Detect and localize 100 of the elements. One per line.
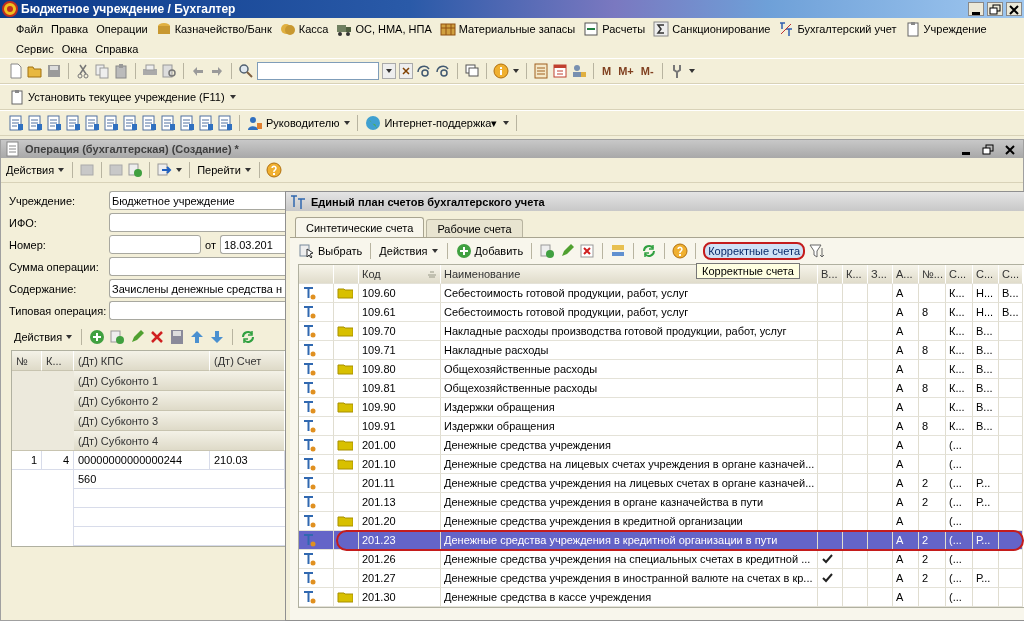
set-institution-button[interactable]: Установить текущее учреждение (F11) [8, 88, 226, 106]
table-row[interactable]: 201.30 Денежные средства в кассе учреждения А (... [299, 588, 1024, 607]
table-row[interactable]: 109.70 Накладные расходы производства готовой продукции, работ, услуг А К... В... [299, 322, 1024, 341]
column-header[interactable]: (Дт) Счет [210, 351, 285, 371]
menu-item[interactable]: Операции [92, 19, 152, 38]
menu-item[interactable]: Санкционирование [649, 19, 775, 38]
pencil-icon[interactable] [559, 243, 576, 259]
column-header[interactable]: В... [818, 265, 843, 284]
report-icon[interactable] [103, 115, 119, 131]
search-field[interactable] [257, 62, 379, 80]
goto-menu[interactable]: Перейти [196, 163, 253, 177]
refresh-icon[interactable] [641, 243, 658, 259]
menu-item[interactable]: Касса [275, 19, 333, 38]
menu-item[interactable]: Файл [12, 19, 48, 38]
save-icon[interactable] [46, 63, 62, 79]
caret-icon[interactable] [343, 119, 352, 127]
preview-icon[interactable] [161, 63, 177, 79]
copy-add-icon[interactable] [127, 162, 144, 178]
input-field[interactable] [109, 257, 288, 276]
close-button[interactable] [1006, 2, 1022, 16]
column-header[interactable]: К... [843, 265, 868, 284]
column-header[interactable]: З... [868, 265, 893, 284]
table-row[interactable]: 109.91 Издержки обращения А 8 К... В... [299, 417, 1024, 436]
report-icon[interactable] [217, 115, 233, 131]
dropdown-button[interactable] [382, 63, 396, 79]
delete-icon[interactable] [579, 243, 596, 259]
users-icon[interactable] [571, 63, 587, 79]
refresh-icon[interactable] [240, 329, 257, 345]
tab[interactable]: Рабочие счета [426, 219, 523, 237]
find-previous-icon[interactable] [435, 63, 451, 79]
table-row[interactable]: 109.60 Себестоимость готовой продукции, работ, услуг А К... Н... В... [299, 284, 1024, 303]
paste-icon[interactable] [113, 63, 129, 79]
table-row[interactable]: 201.11 Денежные средства учреждения на лицевых счетах в органе казначей... А 2 (... Р... [299, 474, 1024, 493]
open-folder-icon[interactable] [27, 63, 43, 79]
arrow-down-icon[interactable] [209, 329, 226, 345]
toolbar-button[interactable]: Руководителю [246, 114, 341, 132]
actions-menu[interactable]: Действия [13, 330, 75, 344]
search-icon[interactable] [238, 63, 254, 79]
add-button[interactable]: Добавить [454, 242, 525, 260]
input-field[interactable]: Зачислены денежные средства н [109, 279, 288, 298]
table-row[interactable]: 201.10 Денежные средства на лицевых счетах учреждения в органе казначей... А (... [299, 455, 1024, 474]
actions-menu[interactable]: Действия [378, 244, 440, 258]
report-icon[interactable] [65, 115, 81, 131]
caret-icon[interactable] [228, 93, 237, 101]
report-icon[interactable] [46, 115, 62, 131]
menu-item[interactable]: Правка [47, 19, 93, 38]
report-icon[interactable] [141, 115, 157, 131]
report-icon[interactable] [84, 115, 100, 131]
clear-button[interactable] [399, 63, 413, 79]
document-arrow-icon[interactable] [156, 162, 173, 178]
minimize-button[interactable] [968, 2, 984, 16]
memory-button[interactable]: M- [638, 65, 656, 77]
tab[interactable]: Синтетические счета [295, 217, 425, 237]
column-header[interactable]: (Дт) Субконто 4 [74, 431, 285, 451]
input-field[interactable]: Бюджетное учреждение [109, 191, 288, 210]
memory-button[interactable]: M+ [616, 65, 636, 77]
report-icon[interactable] [160, 115, 176, 131]
table-row[interactable]: 109.80 Общехозяйственные расходы А К... В... [299, 360, 1024, 379]
windows-icon[interactable] [464, 63, 480, 79]
table-row[interactable]: 201.23 Денежные средства учреждения в кредитной организации в пути А 2 (... Р... [299, 531, 1024, 550]
restore-button[interactable] [979, 141, 997, 157]
menu-item[interactable]: Окна [57, 39, 92, 58]
actions-menu[interactable]: Действия [5, 163, 67, 177]
input-field[interactable] [109, 301, 288, 320]
calendar-icon[interactable] [552, 63, 568, 79]
column-header[interactable]: (Дт) Субконто 1 [74, 371, 285, 391]
new-document-icon[interactable] [8, 63, 24, 79]
select-button[interactable]: Выбрать [298, 242, 364, 260]
report-icon[interactable] [27, 115, 43, 131]
save-icon[interactable] [169, 329, 186, 345]
menu-item[interactable]: Бухгалтерский учет [774, 19, 901, 38]
date-field[interactable]: 18.03.201 [219, 235, 288, 254]
table-row[interactable]: 201.13 Денежные средства учреждения в органе казначейства в пути А 2 (... Р... [299, 493, 1024, 512]
column-header[interactable]: С... [999, 265, 1023, 284]
column-header[interactable]: (Дт) КПС [74, 351, 210, 371]
caret-icon[interactable] [501, 119, 510, 127]
toolbar-button[interactable]: Интернет-поддержка▾ [364, 114, 499, 132]
add-icon[interactable] [89, 329, 106, 345]
table-row[interactable]: 109.90 Издержки обращения А К... В... [299, 398, 1024, 417]
column-header[interactable]: Код [359, 265, 441, 284]
table-row[interactable]: 109.71 Накладные расходы А 8 К... В... [299, 341, 1024, 360]
menu-item[interactable]: Учреждение [900, 19, 991, 38]
report-icon[interactable] [179, 115, 195, 131]
caret-icon[interactable] [512, 67, 520, 75]
caret-icon[interactable] [175, 166, 184, 174]
list-icon[interactable] [610, 243, 627, 259]
pencil-icon[interactable] [129, 329, 146, 345]
menu-item[interactable]: Расчеты [579, 19, 650, 38]
column-header[interactable]: (Дт) Субконто 2 [74, 391, 285, 411]
column-header[interactable]: А... [893, 265, 919, 284]
memory-button[interactable]: M [600, 65, 614, 77]
column-header[interactable]: С... [973, 265, 999, 284]
report-icon[interactable] [8, 115, 24, 131]
input-field[interactable] [109, 213, 288, 232]
menu-item[interactable]: Сервис [12, 39, 58, 58]
table-row[interactable]: 109.61 Себестоимость готовой продукции, работ, услуг А 8 К... Н... В... [299, 303, 1024, 322]
copy-add-icon[interactable] [109, 329, 126, 345]
table-row[interactable]: 201.26 Денежные средства учреждения на специальных счетах в кредитной ... А 2 (... [299, 550, 1024, 569]
help-icon[interactable] [672, 243, 689, 259]
table-row[interactable]: 109.81 Общехозяйственные расходы А 8 К... В... [299, 379, 1024, 398]
